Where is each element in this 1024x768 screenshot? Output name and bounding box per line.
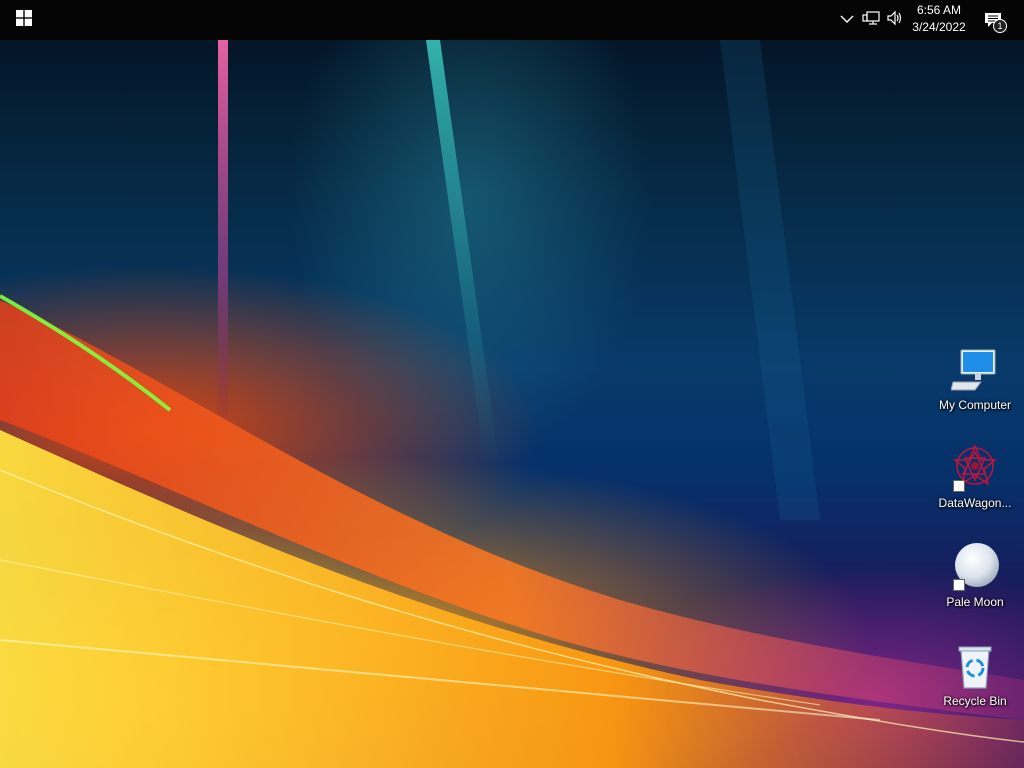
clock[interactable]: 6:56 AM 3/24/2022 [904, 2, 974, 36]
desktop-icon-label: Recycle Bin [943, 694, 1007, 708]
clock-time: 6:56 AM [916, 3, 962, 17]
clock-date: 3/24/2022 [912, 20, 966, 34]
network-icon [862, 10, 880, 31]
notification-badge: 1 [993, 19, 1007, 33]
taskbar: 6:56 AM 3/24/2022 1 [0, 0, 1024, 40]
desktop-icon-datawagon[interactable]: DataWagon... [935, 444, 1015, 510]
windows-start-icon [16, 9, 32, 31]
desktop-icon-my-computer[interactable]: My Computer [935, 346, 1015, 412]
pale-moon-icon [951, 543, 999, 591]
action-center-icon: 1 [984, 11, 1007, 33]
show-hidden-icons-button[interactable] [836, 0, 858, 40]
desktop-background[interactable]: My Computer DataWagon... Pale Moon Recyc… [0, 0, 1024, 768]
shortcut-arrow-icon [953, 480, 965, 492]
desktop-icon-label: DataWagon... [938, 496, 1012, 510]
desktop-icon-label: My Computer [938, 398, 1012, 412]
chevron-up-icon [840, 11, 854, 29]
volume-icon [886, 10, 904, 31]
volume-button[interactable] [884, 0, 906, 40]
action-center-button[interactable]: 1 [978, 0, 1008, 40]
desktop-icon-recycle-bin[interactable]: Recycle Bin [935, 642, 1015, 708]
desktop-icon-label: Pale Moon [946, 595, 1004, 609]
shortcut-arrow-icon [953, 579, 965, 591]
computer-icon [950, 346, 999, 394]
start-button[interactable] [0, 0, 48, 40]
desktop-icon-pale-moon[interactable]: Pale Moon [935, 543, 1015, 609]
network-button[interactable] [860, 0, 882, 40]
wallpaper-streaks [0, 40, 1024, 768]
recycle-bin-icon [951, 642, 999, 690]
datawagon-icon [951, 444, 999, 492]
